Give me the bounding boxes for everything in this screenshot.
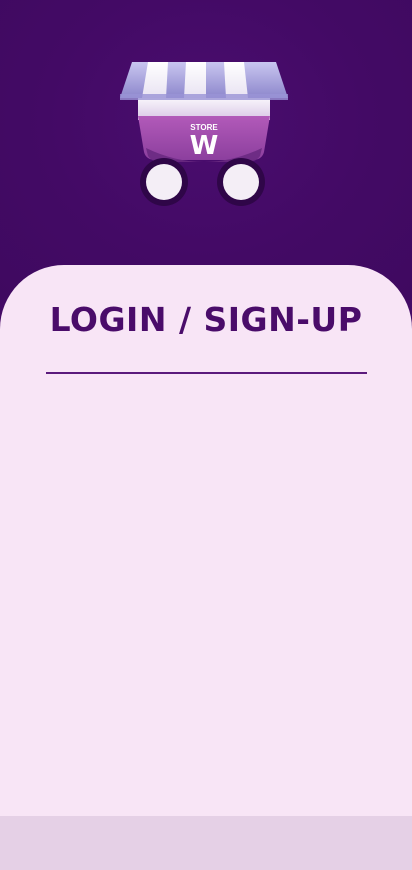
store-cart-logo-icon: STORE W: [116, 58, 292, 214]
page-title: LOGIN / SIGN-UP: [49, 300, 363, 339]
logo-w-text: W: [190, 131, 219, 161]
bottom-bar: [0, 816, 412, 870]
title-divider: [46, 372, 367, 374]
login-card: [0, 265, 412, 825]
